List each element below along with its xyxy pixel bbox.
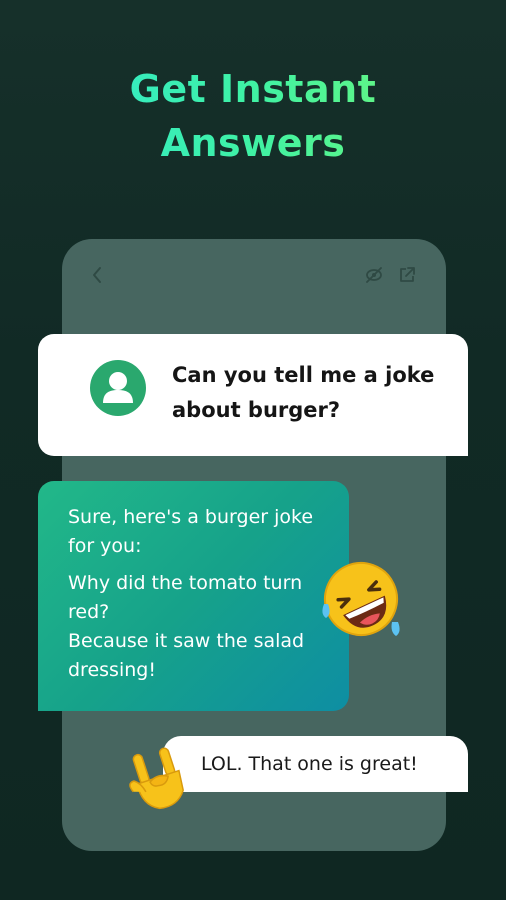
chevron-left-icon[interactable] (90, 265, 104, 289)
sign-of-the-horns-emoji-icon (124, 744, 190, 814)
answer-joke-question: Why did the tomato turn red? (68, 572, 303, 623)
headline-line-2: Answers (160, 121, 346, 165)
headline-line-1: Get Instant (129, 67, 377, 111)
answer-intro: Sure, here's a burger joke for you: (68, 506, 314, 557)
question-text: Can you tell me a joke about burger? (172, 363, 435, 422)
answer-joke-punchline: Because it saw the salad dressing! (68, 630, 305, 681)
share-icon[interactable] (397, 265, 417, 289)
user-icon (90, 360, 146, 416)
answer-bubble: Sure, here's a burger joke for you: Why … (38, 481, 349, 711)
reply-bubble: LOL. That one is great! (163, 736, 468, 792)
reply-text: LOL. That one is great! (201, 753, 418, 775)
rolling-on-floor-laughing-emoji-icon (318, 556, 404, 642)
headline: Get Instant Answers (0, 62, 506, 170)
question-bubble: Can you tell me a joke about burger? (38, 334, 468, 456)
eye-off-icon[interactable] (364, 265, 384, 289)
